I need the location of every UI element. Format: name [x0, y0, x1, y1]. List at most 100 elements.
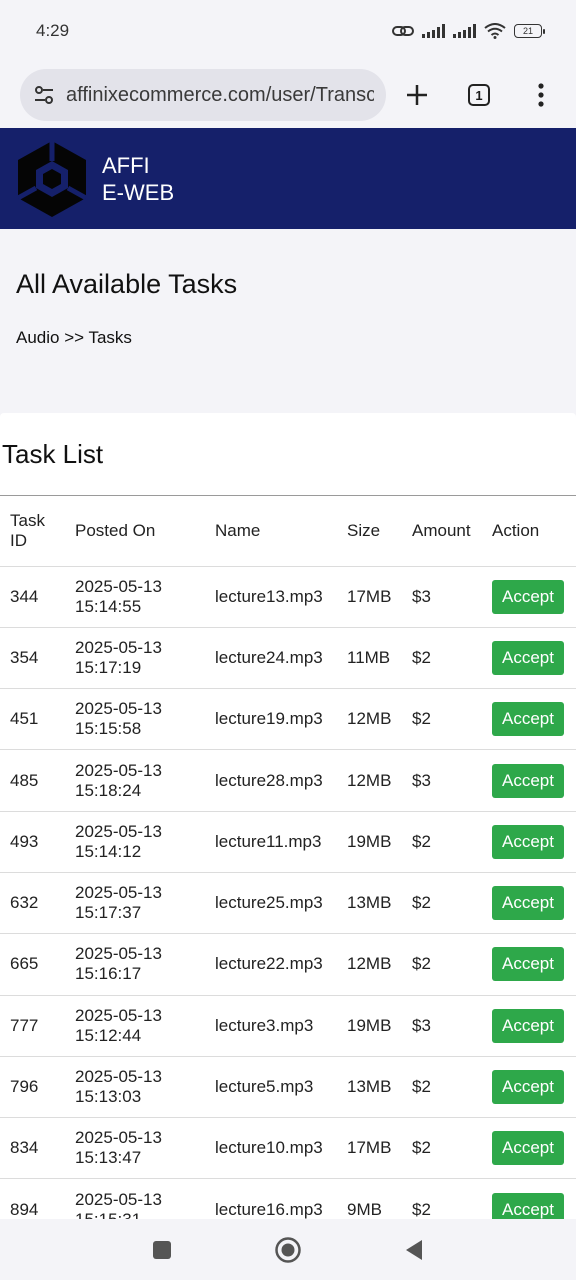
- action-cell: Accept: [482, 1056, 576, 1119]
- brand-line2: E-WEB: [102, 179, 175, 205]
- posted-on-cell: 2025-05-13 15:13:03: [65, 1056, 205, 1119]
- posted-time: 15:17:19: [75, 657, 142, 677]
- accept-button[interactable]: Accept: [492, 1070, 564, 1105]
- action-cell: Accept: [482, 872, 576, 935]
- task-id-cell: 894: [0, 1178, 65, 1219]
- recents-button[interactable]: [147, 1235, 177, 1265]
- column-header-task-id: Task ID: [0, 496, 65, 567]
- posted-time: 15:15:31: [75, 1210, 205, 1219]
- amount-cell: $2: [402, 627, 482, 690]
- task-id-cell: 632: [0, 872, 65, 935]
- file-size-cell: 11MB: [337, 627, 402, 690]
- page-title: All Available Tasks: [16, 269, 238, 299]
- new-tab-button[interactable]: [386, 70, 448, 120]
- table-row: 485 2025-05-13 15:18:24 lecture28.mp3 12MB $3…: [0, 749, 576, 812]
- posted-time: 15:14:12: [75, 841, 142, 861]
- accept-button[interactable]: Accept: [492, 1008, 564, 1043]
- file-size-cell: 12MB: [337, 688, 402, 751]
- accept-button[interactable]: Accept: [492, 1192, 564, 1219]
- posted-on-cell: 2025-05-13 15:18:24: [65, 749, 205, 812]
- posted-date: 2025-05-13: [75, 1005, 162, 1025]
- amount-cell: $2: [402, 688, 482, 751]
- accept-button[interactable]: Accept: [492, 1131, 564, 1166]
- accept-button[interactable]: Accept: [492, 702, 564, 737]
- amount-cell: $2: [402, 1117, 482, 1180]
- file-name-cell: lecture11.mp3: [205, 811, 337, 873]
- system-nav-bar: [0, 1219, 576, 1280]
- amount-cell: $2: [402, 811, 482, 873]
- task-id-cell: 493: [0, 811, 65, 873]
- accept-button[interactable]: Accept: [492, 640, 564, 675]
- url-text[interactable]: affinixecommerce.com/user/Transcri: [66, 84, 374, 107]
- file-size-cell: 19MB: [337, 995, 402, 1057]
- task-id-cell: 451: [0, 688, 65, 751]
- accept-button[interactable]: Accept: [492, 763, 564, 798]
- posted-date: 2025-05-13: [75, 576, 162, 596]
- posted-on-cell: 2025-05-13 15:15:58: [65, 688, 205, 751]
- task-id-cell: 796: [0, 1056, 65, 1119]
- tab-count: 1: [468, 84, 490, 106]
- file-size-cell: 9MB: [337, 1178, 402, 1219]
- posted-time: 15:14:55: [75, 596, 142, 616]
- posted-time: 15:15:58: [75, 719, 142, 739]
- posted-date: 2025-05-13: [75, 1189, 162, 1209]
- browser-toolbar: affinixecommerce.com/user/Transcri 1: [0, 62, 576, 128]
- posted-time: 15:18:24: [75, 780, 142, 800]
- signal-1-icon: [422, 24, 445, 38]
- accept-button[interactable]: Accept: [492, 579, 564, 614]
- menu-button[interactable]: [510, 70, 572, 120]
- amount-cell: $3: [402, 566, 482, 628]
- browser-actions: 1: [386, 70, 572, 120]
- page-heading-section: All Available Tasks Audio >> Tasks: [0, 229, 576, 413]
- site-header: AFFI E-WEB: [0, 128, 576, 229]
- table-header-row: Task ID Posted On Name Size Amount Actio…: [0, 496, 576, 567]
- action-cell: Accept: [482, 566, 576, 628]
- more-vert-icon: [538, 83, 544, 107]
- brand-name[interactable]: AFFI E-WEB: [102, 152, 174, 206]
- table-row: 665 2025-05-13 15:16:17 lecture22.mp3 12MB $2…: [0, 933, 576, 996]
- action-cell: Accept: [482, 933, 576, 996]
- file-name-cell: lecture16.mp3: [205, 1178, 337, 1219]
- accept-button[interactable]: Accept: [492, 947, 564, 982]
- status-time: 4:29: [36, 21, 70, 40]
- file-size-cell: 12MB: [337, 749, 402, 812]
- battery-icon: 21: [514, 24, 545, 38]
- card-title: Task List: [2, 439, 104, 469]
- column-header-amount: Amount: [402, 496, 482, 567]
- back-button[interactable]: [399, 1235, 429, 1265]
- square-icon: [153, 1240, 171, 1259]
- posted-date: 2025-05-13: [75, 883, 162, 903]
- posted-on-cell: 2025-05-13 15:16:17: [65, 933, 205, 996]
- link-icon: [392, 26, 414, 36]
- site-settings-icon[interactable]: [32, 83, 56, 107]
- amount-cell: $2: [402, 1178, 482, 1219]
- table-row: 354 2025-05-13 15:17:19 lecture24.mp3 11MB $2…: [0, 627, 576, 690]
- posted-on-cell: 2025-05-1315:15:31: [65, 1178, 205, 1219]
- task-table: Task ID Posted On Name Size Amount Actio…: [0, 496, 576, 1219]
- status-bar: 4:29 21: [0, 0, 576, 62]
- action-cell: Accept: [482, 627, 576, 690]
- column-header-size: Size: [337, 496, 402, 567]
- brand-line1: AFFI: [102, 152, 150, 178]
- file-size-cell: 17MB: [337, 566, 402, 628]
- home-button[interactable]: [273, 1235, 303, 1265]
- logo-icon[interactable]: [16, 139, 88, 219]
- file-name-cell: lecture22.mp3: [205, 933, 337, 996]
- posted-on-cell: 2025-05-13 15:14:55: [65, 566, 205, 628]
- address-bar[interactable]: affinixecommerce.com/user/Transcri: [20, 69, 386, 121]
- amount-cell: $3: [402, 995, 482, 1057]
- amount-cell: $2: [402, 1056, 482, 1119]
- table-row: 344 2025-05-13 15:14:55 lecture13.mp3 17MB $3…: [0, 566, 576, 628]
- file-size-cell: 13MB: [337, 1056, 402, 1119]
- posted-on-cell: 2025-05-13 15:17:19: [65, 627, 205, 690]
- tab-switcher-button[interactable]: 1: [448, 70, 510, 120]
- accept-button[interactable]: Accept: [492, 886, 564, 921]
- file-size-cell: 12MB: [337, 933, 402, 996]
- amount-cell: $2: [402, 872, 482, 935]
- amount-cell: $3: [402, 749, 482, 812]
- task-id-cell: 354: [0, 627, 65, 690]
- task-list-card: Task List Task ID Posted On Name Size Am…: [0, 413, 576, 1219]
- table-row: 834 2025-05-13 15:13:47 lecture10.mp3 17MB $2…: [0, 1117, 576, 1180]
- table-row: 632 2025-05-13 15:17:37 lecture25.mp3 13MB $2…: [0, 872, 576, 935]
- accept-button[interactable]: Accept: [492, 824, 564, 859]
